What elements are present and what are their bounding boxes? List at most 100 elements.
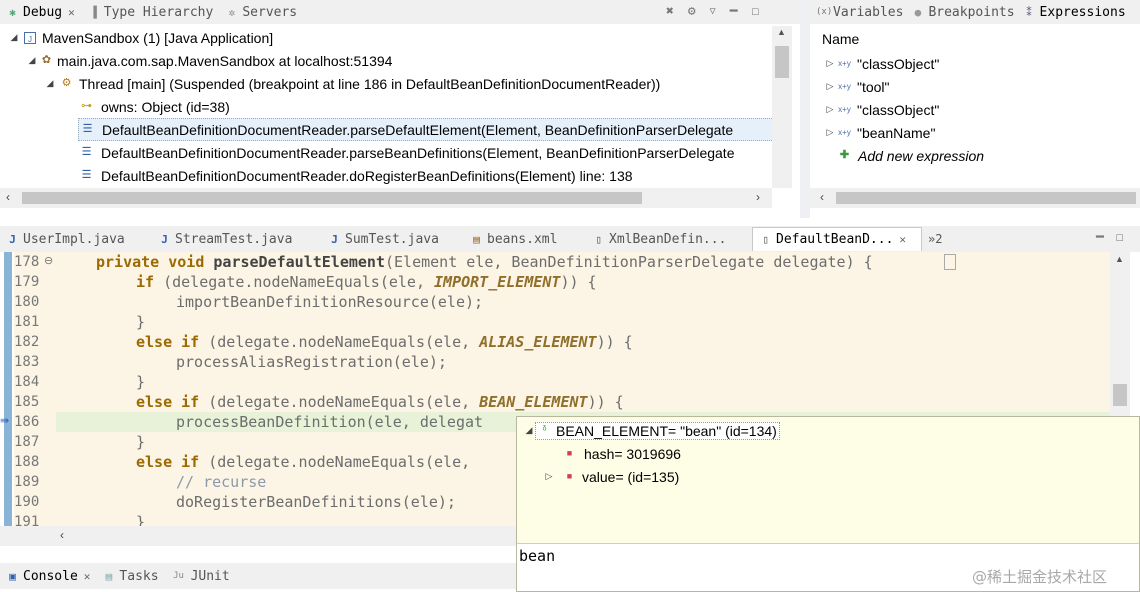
expand-arrow-icon[interactable]: ▷ (824, 81, 836, 92)
code-line-182: else if (delegate.nodeNameEquals(ele, AL… (136, 333, 633, 351)
fold-collapse-icon[interactable]: ⊖ (44, 254, 53, 267)
code-line-187: } (136, 433, 146, 451)
java-file-icon: J (161, 232, 168, 246)
add-new-expression[interactable]: ✚ Add new expression (838, 144, 984, 167)
view-divider[interactable] (800, 0, 810, 218)
tab-breakpoints[interactable]: ● Breakpoints (909, 0, 1020, 24)
scroll-left-icon[interactable]: ‹ (6, 190, 10, 204)
inspect-root-item[interactable]: ◢ ᵟ BEAN_ELEMENT= "bean" (id=134) (523, 419, 780, 442)
editor-tabbar: J UserImpl.java J StreamTest.java J SumT… (0, 226, 1140, 252)
tab-overflow[interactable]: »2 (922, 227, 948, 251)
debug-horizontal-scrollbar[interactable]: ‹ › (0, 188, 772, 208)
expression-item[interactable]: ▷ x+y "classObject" (824, 98, 940, 121)
expand-arrow-icon[interactable]: ◢ (26, 55, 38, 66)
expressions-view: (x) Variables ● Breakpoints ⁑ Expression… (810, 0, 1140, 212)
class-file-icon: ▯ (762, 233, 769, 246)
tab-xmlbeandefin[interactable]: ▯ XmlBeanDefin... (586, 227, 752, 251)
code-line-184: } (136, 373, 146, 391)
tab-expressions[interactable]: ⁑ Expressions (1021, 0, 1132, 24)
scroll-up-icon[interactable]: ▲ (777, 27, 786, 37)
debug-vertical-scrollbar[interactable]: ▲ (772, 26, 792, 188)
expand-arrow-icon[interactable]: ◢ (523, 425, 535, 436)
maximize-icon[interactable]: ☐ (1116, 230, 1124, 245)
expression-label: "classObject" (857, 101, 940, 118)
watch-expression-icon: x+y (838, 82, 851, 91)
tree-item-label: main.java.com.sap.MavenSandbox at localh… (57, 52, 393, 69)
minimize-icon[interactable]: ━ (1096, 230, 1104, 245)
code-line-189: // recurse (176, 473, 267, 491)
tab-debug[interactable]: ✱ Debug ✕ (0, 0, 81, 24)
maximize-icon[interactable]: ☐ (752, 4, 760, 19)
tab-userimpl[interactable]: J UserImpl.java (0, 227, 152, 251)
inspect-child-item[interactable]: ■ hash= 3019696 (563, 442, 681, 465)
tab-servers[interactable]: ✲ Servers (219, 0, 303, 24)
tab-tasks[interactable]: ▤ Tasks (96, 564, 164, 588)
bottom-tabbar: ▣ Console ✕ ▤ Tasks Ju JUnit (0, 563, 516, 589)
chevron-down-icon[interactable]: ▽ (710, 4, 716, 19)
tree-item-label: DefaultBeanDefinitionDocumentReader.doRe… (101, 167, 633, 184)
expression-label: "classObject" (857, 55, 940, 72)
watch-expression-icon: x+y (838, 105, 851, 114)
watch-expression-icon: x+y (838, 59, 851, 68)
debug-tree: ◢ J MavenSandbox (1) [Java Application] … (0, 26, 772, 188)
tab-variables[interactable]: (x) Variables (810, 0, 909, 24)
remove-terminated-icon[interactable]: ✖ (666, 4, 674, 19)
tree-item[interactable]: ◢ ⚙ Thread [main] (Suspended (breakpoint… (44, 72, 661, 95)
expressions-horizontal-scrollbar[interactable]: ‹ (810, 188, 1140, 208)
view-menu-icon[interactable]: ⚙ (688, 4, 696, 19)
tree-item[interactable]: ◢ J MavenSandbox (1) [Java Application] (8, 26, 274, 49)
tab-defaultbeand[interactable]: ▯ DefaultBeanD... ✕ (752, 227, 922, 251)
watch-expression-icon: x+y (838, 128, 851, 137)
scroll-up-icon[interactable]: ▲ (1115, 254, 1124, 264)
tree-item[interactable]: ☰ DefaultBeanDefinitionDocumentReader.pa… (80, 141, 735, 164)
tree-item-selected[interactable]: ☰ DefaultBeanDefinitionDocumentReader.pa… (78, 118, 772, 141)
scroll-thumb[interactable] (836, 192, 1136, 204)
tree-item[interactable]: ☰ DefaultBeanDefinitionDocumentReader.do… (80, 164, 633, 187)
close-icon[interactable]: ✕ (899, 233, 906, 246)
scroll-right-icon[interactable]: › (756, 190, 760, 204)
tab-type-hierarchy[interactable]: ▐ Type Hierarchy (81, 0, 220, 24)
expression-item[interactable]: ▷ x+y "beanName" (824, 121, 936, 144)
code-line-191: } (136, 513, 146, 526)
tree-item[interactable]: ◢ ✿ main.java.com.sap.MavenSandbox at lo… (26, 49, 393, 72)
code-line-179: if (delegate.nodeNameEquals(ele, IMPORT_… (136, 273, 597, 291)
code-line-178: private void parseDefaultElement(Element… (96, 253, 873, 271)
column-header-name[interactable]: Name (822, 31, 859, 47)
scroll-left-icon[interactable]: ‹ (60, 528, 64, 542)
static-field-icon: ᵟ (542, 425, 547, 436)
inspect-child-item[interactable]: ▷ ■ value= (id=135) (543, 465, 680, 488)
tab-beans-xml[interactable]: ▤ beans.xml (464, 227, 586, 251)
scroll-thumb[interactable] (775, 46, 789, 78)
expressions-tabbar: (x) Variables ● Breakpoints ⁑ Expression… (810, 0, 1140, 24)
inspect-root-label: BEAN_ELEMENT= "bean" (id=134) (556, 422, 777, 439)
expand-arrow-icon[interactable]: ▷ (824, 104, 836, 115)
tree-item[interactable]: ⊶ owns: Object (id=38) (80, 95, 230, 118)
tab-label: Servers (242, 4, 298, 20)
close-icon[interactable]: ✕ (68, 6, 75, 19)
debug-view-tabbar: ✱ Debug ✕ ▐ Type Hierarchy ✲ Servers ✖ ⚙… (0, 0, 800, 24)
expand-arrow-icon[interactable]: ▷ (824, 58, 836, 69)
console-icon: ▣ (9, 569, 16, 583)
expand-arrow-icon[interactable]: ▷ (824, 127, 836, 138)
close-icon[interactable]: ✕ (84, 570, 91, 583)
thread-suspended-icon: ⚙ (61, 77, 72, 89)
tab-label: Breakpoints (928, 4, 1015, 20)
scroll-left-icon[interactable]: ‹ (820, 190, 824, 204)
expand-arrow-icon[interactable]: ◢ (8, 32, 20, 43)
tab-label: Expressions (1039, 4, 1126, 20)
tab-sumtest[interactable]: J SumTest.java (322, 227, 464, 251)
scroll-thumb[interactable] (22, 192, 642, 204)
expand-arrow-icon[interactable]: ▷ (543, 471, 555, 482)
tab-label: XmlBeanDefin... (609, 231, 727, 247)
scroll-thumb[interactable] (1113, 384, 1127, 406)
tab-junit[interactable]: Ju JUnit (165, 564, 236, 588)
expression-item[interactable]: ▷ x+y "tool" (824, 75, 890, 98)
tree-item-label: DefaultBeanDefinitionDocumentReader.pars… (102, 121, 734, 138)
expand-arrow-icon[interactable]: ◢ (44, 78, 56, 89)
minimize-icon[interactable]: ━ (730, 4, 738, 19)
tab-console[interactable]: ▣ Console ✕ (0, 564, 96, 588)
tab-streamtest[interactable]: J StreamTest.java (152, 227, 322, 251)
tree-item-label: MavenSandbox (1) [Java Application] (42, 29, 274, 46)
expression-label: "tool" (857, 78, 890, 95)
expression-item[interactable]: ▷ x+y "classObject" (824, 52, 940, 75)
